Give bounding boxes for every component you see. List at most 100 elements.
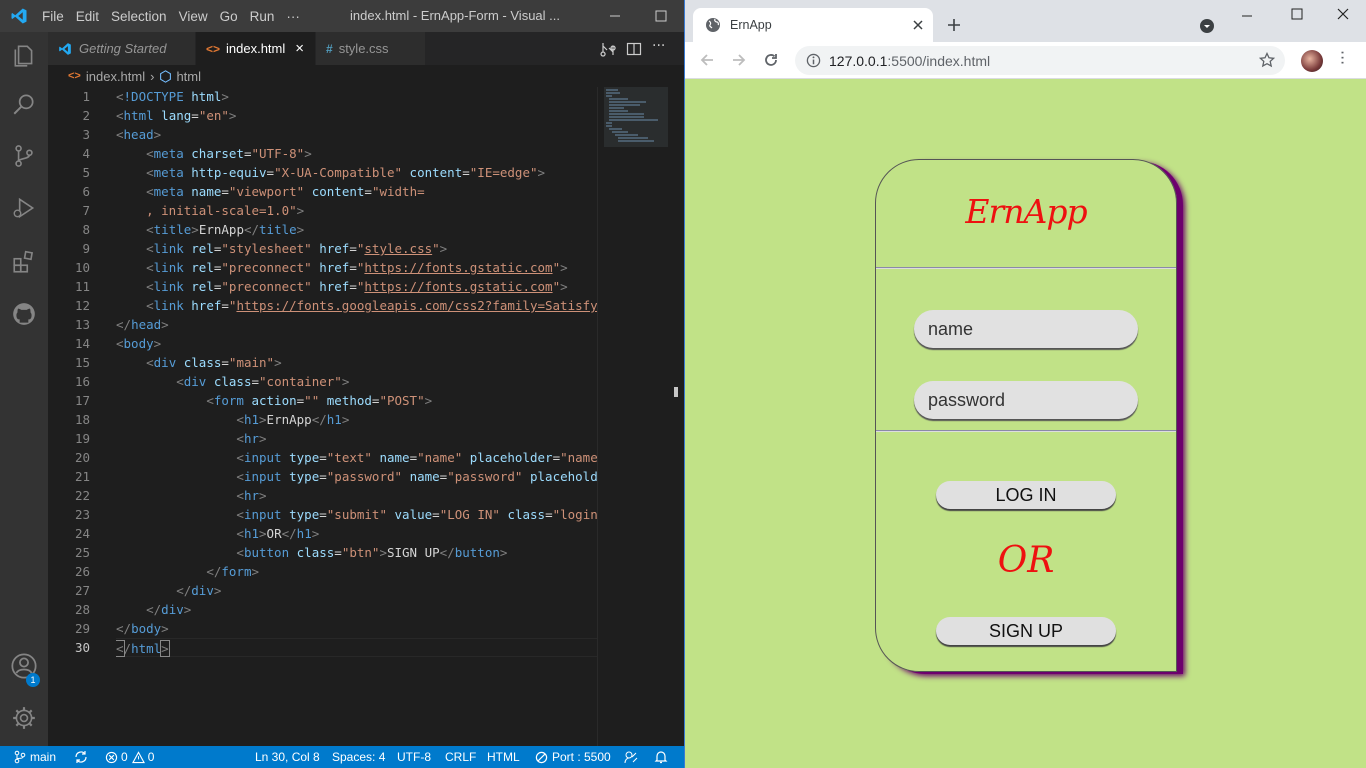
minimize-button[interactable]: [592, 0, 638, 32]
code-line: <body>: [116, 336, 162, 351]
split-editor-icon[interactable]: [626, 41, 642, 57]
live-server-port[interactable]: Port : 5500: [535, 746, 611, 768]
port-label: Port : 5500: [552, 750, 611, 764]
page-viewport: ErnApp name password LOG IN OR SIGN UP: [685, 79, 1366, 768]
code-line: <html lang="en">: [116, 108, 237, 123]
run-debug-button[interactable]: [0, 184, 48, 232]
menu-go[interactable]: Go: [220, 9, 247, 24]
code-line: <head>: [116, 127, 162, 142]
editor-tabs: Getting Started <> index.html × # style.…: [48, 32, 684, 65]
line-number: 23: [74, 507, 90, 522]
code-line: <link rel="preconnect" href="https://fon…: [146, 279, 568, 294]
menu-bar: File Edit Selection View Go Run ···: [42, 0, 312, 32]
line-number: 6: [82, 184, 90, 199]
more-actions-icon[interactable]: ···: [652, 38, 665, 54]
kebab-menu-icon[interactable]: ···: [1333, 50, 1352, 65]
password-input[interactable]: password: [914, 381, 1138, 419]
browser-tab[interactable]: ErnApp: [693, 8, 933, 42]
github-button[interactable]: [0, 290, 48, 338]
bookmark-star-icon[interactable]: [1259, 52, 1275, 68]
tab-style-css[interactable]: # style.css: [316, 32, 426, 65]
profile-avatar[interactable]: [1301, 50, 1323, 72]
code-editor[interactable]: <!DOCTYPE html> <html lang="en"> <head> …: [116, 87, 597, 657]
title-bar: File Edit Selection View Go Run ··· inde…: [0, 0, 684, 32]
settings-button[interactable]: [0, 694, 48, 742]
menu-more[interactable]: ···: [286, 9, 309, 24]
info-icon[interactable]: [806, 53, 821, 68]
cursor-position[interactable]: Ln 30, Col 8: [255, 746, 320, 768]
accounts-button[interactable]: 1: [0, 642, 48, 690]
editor-scrollbar[interactable]: [669, 87, 683, 747]
line-number: 16: [74, 374, 90, 389]
browser-tab-title: ErnApp: [730, 18, 772, 32]
status-bar: main 0 0 Ln 30, Col 8 Spaces: 4 UTF-8 CR…: [0, 746, 684, 768]
code-line: <form action="" method="POST">: [206, 393, 433, 408]
compare-icon[interactable]: [600, 41, 616, 57]
tab-getting-started[interactable]: Getting Started: [48, 32, 196, 65]
tab-index-html[interactable]: <> index.html ×: [196, 32, 316, 65]
menu-selection[interactable]: Selection: [111, 9, 176, 24]
sync-icon: [75, 751, 87, 763]
name-input[interactable]: name: [914, 310, 1138, 348]
line-number: 5: [82, 165, 90, 180]
menu-run[interactable]: Run: [250, 9, 284, 24]
window-title: index.html - ErnApp-Form - Visual ...: [350, 8, 560, 23]
breadcrumb-symbol[interactable]: html: [176, 69, 201, 84]
close-tab-icon[interactable]: [913, 20, 923, 30]
problems-indicator[interactable]: 0 0: [105, 746, 154, 768]
git-branch-icon: [14, 750, 26, 764]
address-bar[interactable]: 127.0.0.1:5500/index.html: [795, 46, 1285, 75]
language-mode[interactable]: HTML: [487, 746, 520, 768]
back-arrow-icon[interactable]: [699, 52, 715, 68]
line-number: 20: [74, 450, 90, 465]
signup-button[interactable]: SIGN UP: [936, 617, 1116, 645]
code-line: <h1>ErnApp</h1>: [236, 412, 350, 427]
vscode-window: File Edit Selection View Go Run ··· inde…: [0, 0, 684, 768]
menu-edit[interactable]: Edit: [76, 9, 108, 24]
maximize-button[interactable]: [638, 0, 684, 32]
reload-icon[interactable]: [763, 52, 779, 68]
forward-arrow-icon[interactable]: [731, 52, 747, 68]
sync-button[interactable]: [74, 746, 88, 768]
code-line: <link rel="preconnect" href="https://fon…: [146, 260, 568, 275]
menu-file[interactable]: File: [42, 9, 73, 24]
close-icon[interactable]: ×: [295, 40, 304, 57]
encoding[interactable]: UTF-8: [397, 746, 431, 768]
notifications-button[interactable]: [654, 746, 668, 768]
line-number: 22: [74, 488, 90, 503]
code-line: <div class="container">: [176, 374, 350, 389]
code-line: <input type="text" name="name" placehold…: [236, 450, 597, 465]
maximize-icon: [655, 10, 667, 22]
source-control-icon: [15, 145, 33, 167]
code-line: </div>: [176, 583, 222, 598]
explorer-button[interactable]: [0, 32, 48, 80]
scrollbar-cursor-marker: [674, 387, 678, 397]
url-path: :5500/index.html: [887, 52, 991, 69]
breadcrumb-file[interactable]: index.html: [86, 69, 145, 84]
code-line: </body>: [116, 621, 169, 636]
code-line: <title>ErnApp</title>: [146, 222, 305, 237]
activity-bar: 1: [0, 32, 48, 746]
line-number: 1: [82, 89, 90, 104]
indentation[interactable]: Spaces: 4: [332, 746, 385, 768]
end-of-line[interactable]: CRLF: [445, 746, 476, 768]
menu-view[interactable]: View: [179, 9, 217, 24]
tab-search-icon[interactable]: [1199, 18, 1215, 34]
login-card: ErnApp name password LOG IN OR SIGN UP: [875, 159, 1177, 672]
feedback-button[interactable]: [624, 746, 638, 768]
source-control-button[interactable]: [0, 132, 48, 180]
extensions-button[interactable]: [0, 238, 48, 286]
tab-label: index.html: [226, 41, 286, 56]
search-button[interactable]: [0, 80, 48, 128]
login-button[interactable]: LOG IN: [936, 481, 1116, 509]
maximize-icon[interactable]: [1291, 8, 1303, 20]
block-icon: [535, 751, 548, 763]
branch-indicator[interactable]: main: [14, 746, 56, 768]
line-number: 9: [82, 241, 90, 256]
chevron-right-icon: ›: [150, 68, 155, 84]
close-window-icon[interactable]: [1337, 8, 1349, 20]
minimap[interactable]: [597, 87, 669, 747]
minimize-icon[interactable]: [1241, 10, 1253, 22]
new-tab-icon[interactable]: [947, 18, 961, 32]
divider-top: [876, 267, 1176, 269]
